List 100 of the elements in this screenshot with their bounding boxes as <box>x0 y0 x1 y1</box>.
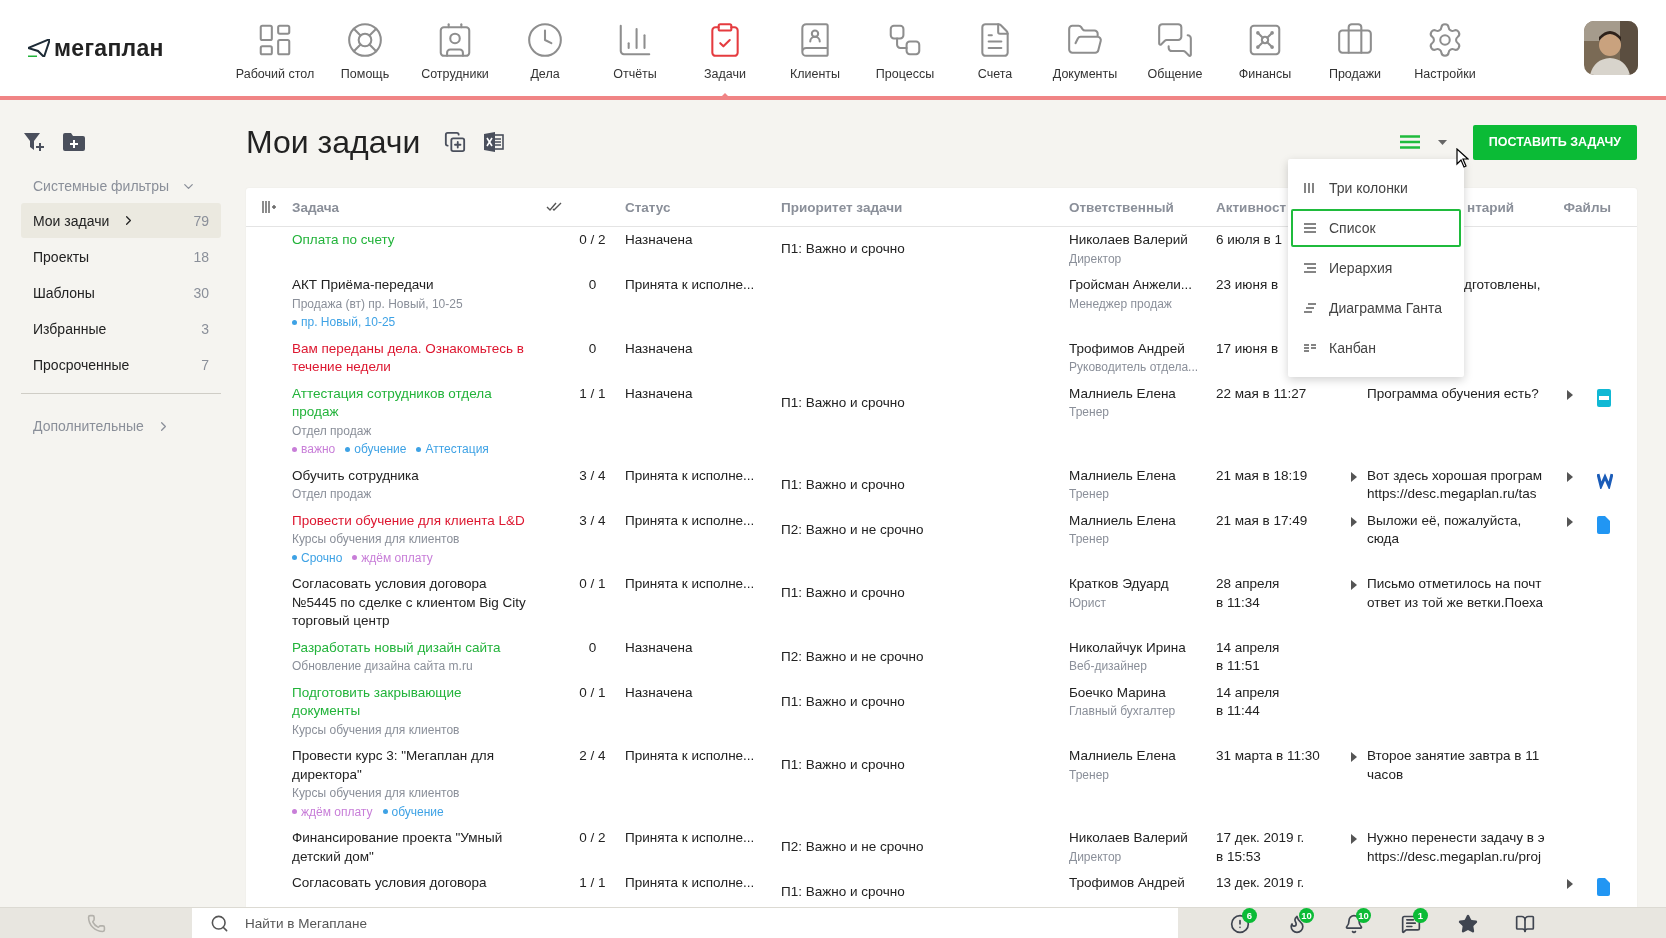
lifebuoy-icon <box>346 21 384 59</box>
responsible-name[interactable]: Гройсман Анжели... <box>1069 276 1216 295</box>
responsible-role: Веб-дизайнер <box>1069 658 1148 675</box>
activity-date: 6 июля в 1 <box>1216 231 1282 249</box>
task-title-link[interactable]: Обучить сотрудника <box>292 466 560 485</box>
responsible-role: Юрист <box>1069 594 1107 612</box>
nav-item[interactable]: Процессы <box>860 7 950 89</box>
spreadsheet-export-icon[interactable] <box>484 132 505 152</box>
responsible-role: Руководитель отдела... <box>1069 359 1200 376</box>
nav-item[interactable]: Дела <box>500 7 590 89</box>
task-priority: П1: Важно и срочно <box>781 756 905 774</box>
view-option-icon <box>1303 341 1317 355</box>
responsible-role: Тренер <box>1069 531 1110 548</box>
nav-item[interactable]: Рабочий стол <box>230 7 320 89</box>
responsible-name[interactable]: Трофимов Андрей <box>1069 339 1216 358</box>
sidebar-item[interactable]: Мои задачи 79 <box>21 203 221 238</box>
task-priority: П1: Важно и срочно <box>781 883 905 901</box>
copy-add-icon[interactable] <box>444 131 467 153</box>
responsible-name[interactable]: Николайчук Ирина <box>1069 638 1216 657</box>
sidebar-item[interactable]: Шаблоны 30 <box>21 275 221 310</box>
responsible-role: Директор <box>1069 250 1123 268</box>
filter-add-icon[interactable] <box>23 132 45 152</box>
view-menu-item[interactable]: Три колонки <box>1291 169 1461 207</box>
clock-icon <box>526 21 564 59</box>
comment-expand-icon[interactable] <box>1351 752 1357 762</box>
files-expand-icon[interactable] <box>1567 879 1573 889</box>
book-icon <box>1515 914 1535 934</box>
last-comment: Выложи её, пожалуйста, сюда <box>1367 511 1522 548</box>
nav-item[interactable]: Продажи <box>1310 7 1400 89</box>
nav-item[interactable]: Настройки <box>1400 7 1490 89</box>
view-menu-item[interactable]: Список <box>1291 209 1461 247</box>
nav-item[interactable]: Сотрудники <box>410 7 500 89</box>
subtask-count: 0 / 2 <box>579 829 606 847</box>
double-check-icon <box>546 202 564 212</box>
nav-item[interactable]: Общение <box>1130 7 1220 89</box>
task-status: Принята к исполне... <box>625 747 755 765</box>
task-title-link[interactable]: Согласовать условия договора <box>292 874 560 893</box>
responsible-name[interactable]: Кратков Эдуард <box>1069 575 1216 594</box>
logo-text: мегаплан <box>54 34 164 62</box>
task-title-link[interactable]: Финансирование проекта "Умный детский дом" <box>292 829 560 866</box>
view-menu-item[interactable]: Канбан <box>1291 329 1461 367</box>
column-settings-icon[interactable] <box>262 200 276 214</box>
caret-icon[interactable] <box>1437 139 1447 145</box>
task-project: Курсы обучения для клиентов <box>292 721 461 739</box>
task-title-link[interactable]: Вам переданы дела. Ознакомьтесь в течение недели <box>292 339 560 377</box>
task-title-link[interactable]: Провести обучение для клиента L&D <box>292 511 560 530</box>
nav-item[interactable]: Клиенты <box>770 7 860 89</box>
sidebar-item[interactable]: Просроченные 7 <box>21 347 221 382</box>
star-icon <box>1458 914 1478 934</box>
nav-item[interactable]: Помощь <box>320 7 410 89</box>
folder-add-icon[interactable] <box>63 133 85 151</box>
responsible-role: Директор <box>1069 848 1123 866</box>
nav-item[interactable]: Финансы <box>1220 7 1310 89</box>
responsible-role: Менеджер продаж <box>1069 295 1173 313</box>
nav-item[interactable]: Документы <box>1040 7 1130 89</box>
subtask-count: 0 <box>588 638 597 657</box>
nav-item[interactable]: Отчёты <box>590 7 680 89</box>
task-status: Принята к исполне... <box>625 829 755 847</box>
responsible-name[interactable]: Николаев Валерий <box>1069 829 1216 848</box>
view-option-icon <box>1303 261 1317 275</box>
nav-item[interactable]: Счета <box>950 7 1040 89</box>
responsible-name[interactable]: Малниель Елена <box>1069 384 1216 403</box>
view-menu-item[interactable]: Иерархия <box>1291 249 1461 287</box>
task-title-link[interactable]: Провести курс 3: "Мегаплан для директора" <box>292 747 560 784</box>
view-menu-item[interactable]: Диаграмма Ганта <box>1291 289 1461 327</box>
files-expand-icon[interactable] <box>1567 389 1573 400</box>
sidebar-item[interactable]: Избранные 3 <box>21 311 221 346</box>
task-title-link[interactable]: АКТ Приёма-передачи <box>292 276 560 295</box>
responsible-role: Тренер <box>1069 404 1110 421</box>
search-bar[interactable]: Найти в Мегаплане <box>192 908 1178 938</box>
files-expand-icon[interactable] <box>1567 471 1573 482</box>
responsible-role: Главный бухгалтер <box>1069 703 1177 720</box>
comment-expand-icon[interactable] <box>1351 471 1357 482</box>
files-expand-icon[interactable] <box>1567 516 1573 527</box>
subtask-count: 0 <box>588 276 597 294</box>
comment-expand-icon[interactable] <box>1351 580 1357 590</box>
responsible-name[interactable]: Малниель Елена <box>1069 747 1216 766</box>
task-status: Назначена <box>625 231 693 249</box>
responsible-name[interactable]: Боечко Марина <box>1069 683 1216 702</box>
responsible-name[interactable]: Малниель Елена <box>1069 511 1216 530</box>
task-status: Принята к исполне... <box>625 575 755 593</box>
file-icon[interactable] <box>1597 515 1610 534</box>
activity-date: 14 апреля в 11:51 <box>1216 638 1280 675</box>
responsible-name[interactable]: Трофимов Андрей <box>1069 874 1216 893</box>
file-icon[interactable] <box>1597 878 1610 896</box>
sidebar-item[interactable]: Проекты 18 <box>21 239 221 274</box>
responsible-name[interactable]: Малниель Елена <box>1069 466 1216 485</box>
search-field[interactable]: Найти в Мегаплане <box>243 914 1178 932</box>
task-title-link[interactable]: Согласовать условия договора №5445 по сделке с клиентом Big City торговый центр <box>292 575 560 631</box>
task-status: Принята к исполне... <box>625 466 755 485</box>
task-status: Принята к исполне... <box>625 874 755 892</box>
activity-date: 13 дек. 2019 г. <box>1216 874 1305 892</box>
last-comment: Второе занятие завтра в 11 часов <box>1367 747 1540 784</box>
comment-expand-icon[interactable] <box>1351 834 1357 844</box>
task-priority: П1: Важно и срочно <box>781 475 905 494</box>
nav-item[interactable]: Задачи <box>680 7 770 89</box>
responsible-name[interactable]: Николаев Валерий <box>1069 231 1216 250</box>
comment-expand-icon[interactable] <box>1351 516 1357 527</box>
task-project: Отдел продаж <box>292 422 373 440</box>
page-title: Мои задачи <box>246 123 421 161</box>
